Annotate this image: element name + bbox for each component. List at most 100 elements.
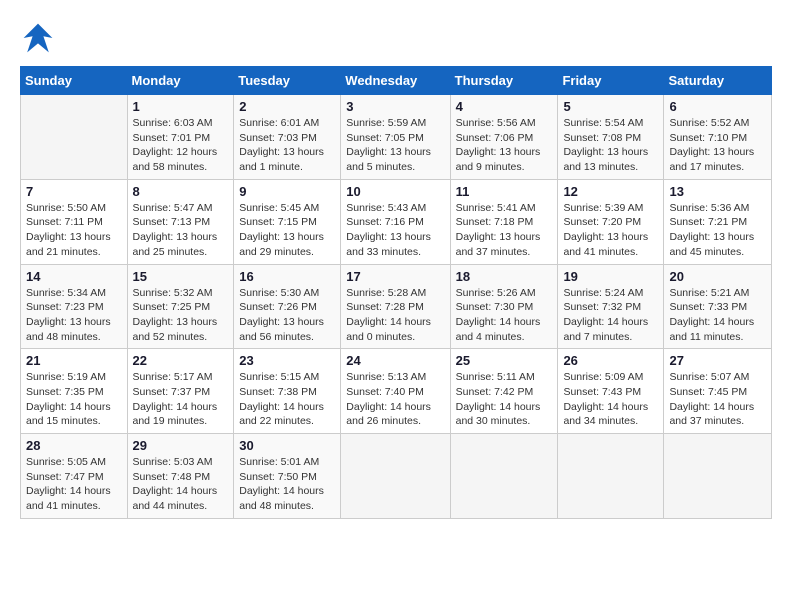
day-info: Sunrise: 5:13 AM Sunset: 7:40 PM Dayligh… xyxy=(346,370,444,429)
calendar-cell: 3 Sunrise: 5:59 AM Sunset: 7:05 PM Daylig… xyxy=(341,95,450,180)
day-number: 15 xyxy=(133,269,229,284)
day-number: 19 xyxy=(563,269,658,284)
day-number: 21 xyxy=(26,353,122,368)
day-info: Sunrise: 5:50 AM Sunset: 7:11 PM Dayligh… xyxy=(26,201,122,260)
calendar-cell: 16Sunrise: 5:30 AM Sunset: 7:26 PM Dayli… xyxy=(234,264,341,349)
calendar-cell xyxy=(341,434,450,519)
logo xyxy=(20,20,62,56)
calendar-cell: 25 Sunrise: 5:11 AM Sunset: 7:42 PM Dayli… xyxy=(450,349,558,434)
calendar-cell: 7 Sunrise: 5:50 AM Sunset: 7:11 PM Daylig… xyxy=(21,179,128,264)
calendar-cell: 21 Sunrise: 5:19 AM Sunset: 7:35 PM Dayli… xyxy=(21,349,128,434)
day-number: 25 xyxy=(456,353,553,368)
day-number: 6 xyxy=(669,99,766,114)
calendar-week-row: 14Sunrise: 5:34 AM Sunset: 7:23 PM Dayli… xyxy=(21,264,772,349)
calendar-cell: 18 Sunrise: 5:26 AM Sunset: 7:30 PM Dayli… xyxy=(450,264,558,349)
day-info: Sunrise: 5:54 AM Sunset: 7:08 PM Dayligh… xyxy=(563,116,658,175)
page-header xyxy=(20,20,772,56)
day-info: Sunrise: 5:21 AM Sunset: 7:33 PM Dayligh… xyxy=(669,286,766,345)
day-info: Sunrise: 5:52 AM Sunset: 7:10 PM Dayligh… xyxy=(669,116,766,175)
day-info: Sunrise: 5:03 AM Sunset: 7:48 PM Dayligh… xyxy=(133,455,229,514)
column-header-thursday: Thursday xyxy=(450,67,558,95)
calendar-cell: 20 Sunrise: 5:21 AM Sunset: 7:33 PM Dayli… xyxy=(664,264,772,349)
day-number: 27 xyxy=(669,353,766,368)
calendar-cell: 6 Sunrise: 5:52 AM Sunset: 7:10 PM Daylig… xyxy=(664,95,772,180)
day-number: 23 xyxy=(239,353,335,368)
day-number: 2 xyxy=(239,99,335,114)
column-header-wednesday: Wednesday xyxy=(341,67,450,95)
calendar-header-row: SundayMondayTuesdayWednesdayThursdayFrid… xyxy=(21,67,772,95)
day-info: Sunrise: 5:11 AM Sunset: 7:42 PM Dayligh… xyxy=(456,370,553,429)
calendar-body: 1Sunrise: 6:03 AM Sunset: 7:01 PM Daylig… xyxy=(21,95,772,519)
calendar-cell: 27 Sunrise: 5:07 AM Sunset: 7:45 PM Dayli… xyxy=(664,349,772,434)
day-info: Sunrise: 5:07 AM Sunset: 7:45 PM Dayligh… xyxy=(669,370,766,429)
calendar-cell: 15 Sunrise: 5:32 AM Sunset: 7:25 PM Dayli… xyxy=(127,264,234,349)
day-number: 12 xyxy=(563,184,658,199)
day-info: Sunrise: 5:09 AM Sunset: 7:43 PM Dayligh… xyxy=(563,370,658,429)
day-number: 20 xyxy=(669,269,766,284)
calendar-cell xyxy=(664,434,772,519)
column-header-sunday: Sunday xyxy=(21,67,128,95)
day-info: Sunrise: 5:47 AM Sunset: 7:13 PM Dayligh… xyxy=(133,201,229,260)
day-info: Sunrise: 6:01 AM Sunset: 7:03 PM Dayligh… xyxy=(239,116,335,175)
calendar-week-row: 7 Sunrise: 5:50 AM Sunset: 7:11 PM Daylig… xyxy=(21,179,772,264)
day-number: 26 xyxy=(563,353,658,368)
day-number: 13 xyxy=(669,184,766,199)
day-info: Sunrise: 5:39 AM Sunset: 7:20 PM Dayligh… xyxy=(563,201,658,260)
calendar-cell: 13Sunrise: 5:36 AM Sunset: 7:21 PM Dayli… xyxy=(664,179,772,264)
day-info: Sunrise: 5:19 AM Sunset: 7:35 PM Dayligh… xyxy=(26,370,122,429)
day-info: Sunrise: 5:30 AM Sunset: 7:26 PM Dayligh… xyxy=(239,286,335,345)
day-number: 24 xyxy=(346,353,444,368)
calendar-cell: 11 Sunrise: 5:41 AM Sunset: 7:18 PM Dayli… xyxy=(450,179,558,264)
day-number: 22 xyxy=(133,353,229,368)
day-info: Sunrise: 5:59 AM Sunset: 7:05 PM Dayligh… xyxy=(346,116,444,175)
day-number: 8 xyxy=(133,184,229,199)
day-info: Sunrise: 5:43 AM Sunset: 7:16 PM Dayligh… xyxy=(346,201,444,260)
calendar-week-row: 1Sunrise: 6:03 AM Sunset: 7:01 PM Daylig… xyxy=(21,95,772,180)
calendar-cell: 19Sunrise: 5:24 AM Sunset: 7:32 PM Dayli… xyxy=(558,264,664,349)
calendar-cell: 10 Sunrise: 5:43 AM Sunset: 7:16 PM Dayli… xyxy=(341,179,450,264)
logo-icon xyxy=(20,20,56,56)
day-number: 17 xyxy=(346,269,444,284)
day-info: Sunrise: 5:56 AM Sunset: 7:06 PM Dayligh… xyxy=(456,116,553,175)
calendar-cell xyxy=(558,434,664,519)
day-number: 28 xyxy=(26,438,122,453)
calendar-cell: 26 Sunrise: 5:09 AM Sunset: 7:43 PM Dayli… xyxy=(558,349,664,434)
calendar-week-row: 21 Sunrise: 5:19 AM Sunset: 7:35 PM Dayli… xyxy=(21,349,772,434)
day-info: Sunrise: 5:45 AM Sunset: 7:15 PM Dayligh… xyxy=(239,201,335,260)
day-info: Sunrise: 5:41 AM Sunset: 7:18 PM Dayligh… xyxy=(456,201,553,260)
day-number: 9 xyxy=(239,184,335,199)
calendar-cell: 5 Sunrise: 5:54 AM Sunset: 7:08 PM Daylig… xyxy=(558,95,664,180)
column-header-tuesday: Tuesday xyxy=(234,67,341,95)
calendar-cell: 2 Sunrise: 6:01 AM Sunset: 7:03 PM Daylig… xyxy=(234,95,341,180)
day-number: 7 xyxy=(26,184,122,199)
calendar-cell: 1Sunrise: 6:03 AM Sunset: 7:01 PM Daylig… xyxy=(127,95,234,180)
day-info: Sunrise: 5:26 AM Sunset: 7:30 PM Dayligh… xyxy=(456,286,553,345)
calendar-cell: 8 Sunrise: 5:47 AM Sunset: 7:13 PM Daylig… xyxy=(127,179,234,264)
day-number: 3 xyxy=(346,99,444,114)
day-info: Sunrise: 5:34 AM Sunset: 7:23 PM Dayligh… xyxy=(26,286,122,345)
day-info: Sunrise: 5:15 AM Sunset: 7:38 PM Dayligh… xyxy=(239,370,335,429)
calendar-week-row: 28 Sunrise: 5:05 AM Sunset: 7:47 PM Dayli… xyxy=(21,434,772,519)
column-header-friday: Friday xyxy=(558,67,664,95)
day-number: 5 xyxy=(563,99,658,114)
day-info: Sunrise: 5:17 AM Sunset: 7:37 PM Dayligh… xyxy=(133,370,229,429)
calendar-cell: 23 Sunrise: 5:15 AM Sunset: 7:38 PM Dayli… xyxy=(234,349,341,434)
day-info: Sunrise: 5:05 AM Sunset: 7:47 PM Dayligh… xyxy=(26,455,122,514)
calendar-table: SundayMondayTuesdayWednesdayThursdayFrid… xyxy=(20,66,772,519)
day-number: 18 xyxy=(456,269,553,284)
day-info: Sunrise: 6:03 AM Sunset: 7:01 PM Dayligh… xyxy=(133,116,229,175)
column-header-saturday: Saturday xyxy=(664,67,772,95)
day-info: Sunrise: 5:32 AM Sunset: 7:25 PM Dayligh… xyxy=(133,286,229,345)
day-number: 10 xyxy=(346,184,444,199)
calendar-cell: 12 Sunrise: 5:39 AM Sunset: 7:20 PM Dayli… xyxy=(558,179,664,264)
day-number: 4 xyxy=(456,99,553,114)
calendar-cell: 29Sunrise: 5:03 AM Sunset: 7:48 PM Dayli… xyxy=(127,434,234,519)
calendar-cell: 4 Sunrise: 5:56 AM Sunset: 7:06 PM Daylig… xyxy=(450,95,558,180)
day-number: 11 xyxy=(456,184,553,199)
day-info: Sunrise: 5:28 AM Sunset: 7:28 PM Dayligh… xyxy=(346,286,444,345)
calendar-cell: 22 Sunrise: 5:17 AM Sunset: 7:37 PM Dayli… xyxy=(127,349,234,434)
calendar-cell: 30Sunrise: 5:01 AM Sunset: 7:50 PM Dayli… xyxy=(234,434,341,519)
day-info: Sunrise: 5:01 AM Sunset: 7:50 PM Dayligh… xyxy=(239,455,335,514)
calendar-cell xyxy=(450,434,558,519)
calendar-cell: 14Sunrise: 5:34 AM Sunset: 7:23 PM Dayli… xyxy=(21,264,128,349)
